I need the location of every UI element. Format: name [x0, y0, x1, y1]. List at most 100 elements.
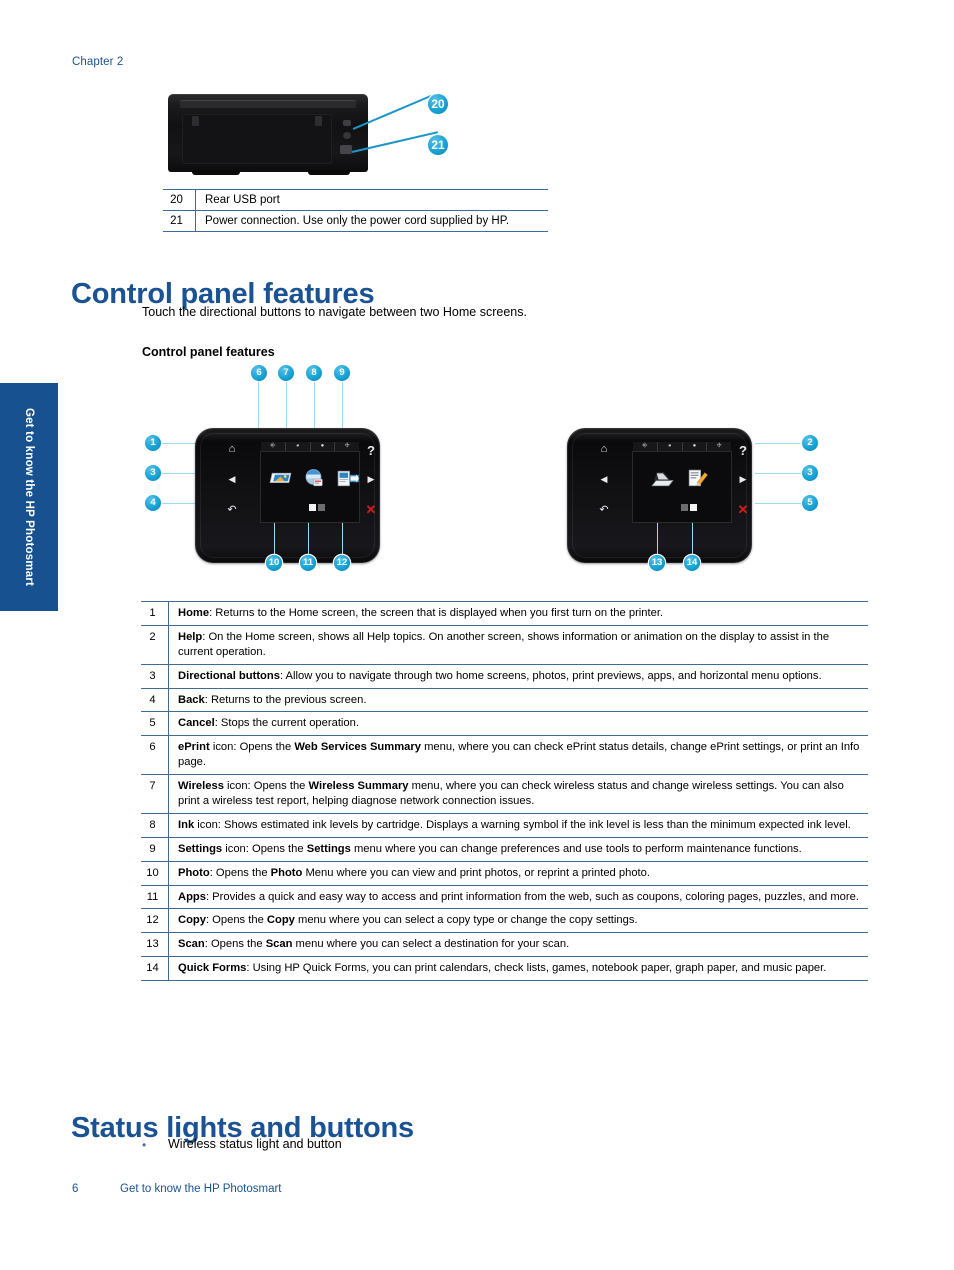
leader-line-11 [308, 523, 310, 557]
callout-badge-1: 1 [145, 435, 161, 451]
right-arrow-button-left-panel[interactable]: ▶ [364, 475, 378, 484]
back-button-left-panel[interactable]: ↶ [225, 505, 239, 516]
eprint-icon: ⎆ [261, 442, 286, 451]
cancel-button-left-panel[interactable]: ✕ [364, 503, 378, 516]
feature-term-secondary: Photo [270, 866, 303, 879]
ink-icon: ● [683, 442, 708, 451]
printer-door-latch-left [192, 116, 199, 126]
callout-badge-20: 20 [428, 94, 448, 114]
row-number: 13 [141, 932, 169, 957]
apps-icon[interactable] [302, 466, 327, 491]
row-number: 6 [141, 735, 169, 775]
printer-top-lip [180, 100, 356, 108]
leader-line-12 [342, 523, 344, 557]
leader-line-3-right [755, 473, 803, 475]
power-connection-port-icon [340, 145, 352, 154]
settings-icon: ✢ [344, 443, 350, 449]
feature-term-secondary: Copy [266, 914, 295, 927]
page-dot-inactive [681, 504, 688, 511]
back-button-right-panel[interactable]: ↶ [597, 505, 611, 516]
callout-badge-6: 6 [251, 365, 267, 381]
row-number: 9 [141, 836, 169, 862]
leader-line-13 [657, 523, 659, 557]
row-number: 2 [141, 624, 169, 665]
control-panel-intro-text: Touch the directional buttons to navigat… [142, 305, 527, 319]
help-button-left-panel[interactable]: ? [364, 444, 378, 457]
feature-term-secondary: Settings [306, 842, 351, 855]
callout-badge-3-left: 3 [145, 465, 161, 481]
table-row: 6 ePrint icon: Opens the Web Services Sum… [141, 735, 868, 775]
rear-port-secondary-icon [343, 132, 351, 139]
wireless-icon: ◕ [658, 442, 683, 451]
cancel-button-right-panel[interactable]: ✕ [736, 503, 750, 516]
home-button-left-panel[interactable]: ⌂ [225, 444, 239, 455]
control-panel-features-table: 1 Home: Returns to the Home screen, the s… [141, 601, 868, 982]
feature-term-secondary: Web Services Summary [294, 741, 421, 754]
settings-icon: ✢ [716, 443, 722, 449]
feature-term: Apps [178, 890, 206, 903]
feature-term: Scan [178, 938, 205, 951]
row-number: 1 [141, 601, 169, 626]
left-arrow-button-left-panel[interactable]: ◀ [225, 475, 239, 484]
table-row: 11 Apps: Provides a quick and easy way to… [141, 884, 868, 909]
page-dot-active [309, 504, 316, 511]
page-dot-inactive [318, 504, 325, 511]
chapter-label: Chapter 2 [72, 56, 124, 68]
wireless-icon: ◕ [286, 442, 311, 451]
list-item-label: Wireless status light and button [168, 1137, 342, 1151]
row-description: Home: Returns to the Home screen, the sc… [168, 601, 868, 626]
callout-badge-21: 21 [428, 135, 448, 155]
callout-badge-2: 2 [802, 435, 818, 451]
leader-line-10 [274, 523, 276, 557]
table-row: 9 Settings icon: Opens the Settings menu … [141, 836, 868, 862]
rear-ports-table: 20 Rear USB port 21 Power connection. Us… [163, 189, 548, 232]
row-description: Scan: Opens the Scan menu where you can … [168, 932, 868, 957]
table-row: 20 Rear USB port [163, 189, 548, 211]
photo-icon[interactable] [268, 466, 293, 491]
callout-badge-4: 4 [145, 495, 161, 511]
callout-badge-12: 12 [334, 555, 350, 571]
row-number: 11 [141, 884, 169, 909]
scan-icon[interactable] [650, 468, 675, 493]
row-number: 20 [163, 189, 196, 211]
printer-foot-right [308, 170, 350, 175]
table-row: 3 Directional buttons: Allow you to navig… [141, 663, 868, 689]
table-row: 1 Home: Returns to the Home screen, the s… [141, 601, 868, 626]
left-arrow-button-right-panel[interactable]: ◀ [597, 475, 611, 484]
row-description: Settings icon: Opens the Settings menu w… [168, 836, 868, 862]
leader-line-14 [692, 523, 694, 557]
home-button-right-panel[interactable]: ⌂ [597, 444, 611, 455]
callout-badge-5: 5 [802, 495, 818, 511]
bullet-icon: • [142, 1138, 147, 1152]
feature-term: Settings [178, 842, 223, 855]
help-button-right-panel[interactable]: ? [736, 444, 750, 457]
side-tab-label: Get to know the HP Photosmart [23, 407, 35, 587]
callout-badge-9: 9 [334, 365, 350, 381]
table-row: 14 Quick Forms: Using HP Quick Forms, you… [141, 956, 868, 982]
document-page: Chapter 2 Get to know the HP Photosmart … [0, 0, 954, 1270]
quick-forms-icon[interactable] [685, 466, 710, 491]
row-description: ePrint icon: Opens the Web Services Summ… [168, 735, 868, 775]
feature-term: ePrint [178, 741, 210, 754]
right-arrow-button-right-panel[interactable]: ▶ [736, 475, 750, 484]
row-number: 21 [163, 210, 196, 232]
copy-icon[interactable] [336, 466, 361, 491]
row-description: Wireless icon: Opens the Wireless Summar… [168, 774, 868, 814]
feature-term-secondary: Scan [265, 938, 293, 951]
row-number: 4 [141, 687, 169, 712]
printer-foot-left [192, 170, 240, 175]
right-panel-lcd-screen [632, 451, 732, 523]
callout-badge-11: 11 [300, 555, 316, 571]
table-row: 13 Scan: Opens the Scan menu where you ca… [141, 932, 868, 957]
row-description: Rear USB port [195, 189, 548, 211]
feature-term: Home [178, 607, 210, 619]
rear-usb-port-icon [343, 120, 351, 126]
row-description: Copy: Opens the Copy menu where you can … [168, 908, 868, 933]
leader-line-2 [755, 443, 803, 445]
row-description: Quick Forms: Using HP Quick Forms, you c… [168, 956, 868, 982]
table-row: 4 Back: Returns to the previous screen. [141, 687, 868, 712]
chapter-side-tab: Get to know the HP Photosmart [0, 383, 58, 611]
callout-badge-13: 13 [649, 555, 665, 571]
figure-caption-control-panel-features: Control panel features [142, 345, 275, 359]
page-dot-active [690, 504, 697, 511]
